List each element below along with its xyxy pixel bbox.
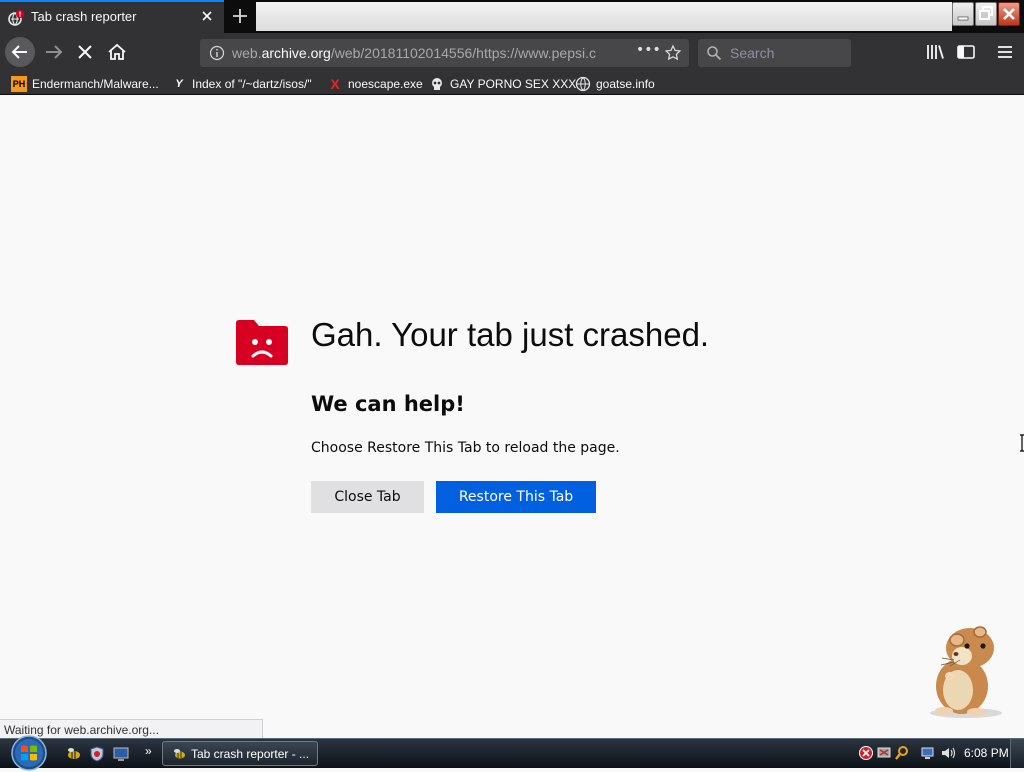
- url-bar[interactable]: web.archive.org/web/20181102014556/https…: [200, 39, 689, 67]
- show-desktop-button[interactable]: [1010, 739, 1024, 768]
- bookmark-label: goatse.info: [596, 76, 655, 91]
- search-icon: [707, 46, 722, 61]
- close-tab-button[interactable]: Close Tab: [311, 481, 424, 513]
- url-domain: archive.org: [261, 45, 331, 61]
- text-cursor-icon: [1020, 434, 1024, 452]
- bookmark-item[interactable]: PH Endermanch/Malware...: [11, 75, 159, 92]
- hamster-mascot: [930, 626, 1002, 718]
- minimize-icon: [957, 16, 969, 21]
- taskbar-task-label: Tab crash reporter - ...: [191, 747, 310, 761]
- help-text: Choose Restore This Tab to reload the pa…: [311, 440, 620, 456]
- taskbar-firefox-button[interactable]: Tab crash reporter - ...: [162, 741, 318, 766]
- tab-title: Tab crash reporter: [31, 9, 137, 24]
- page-title: Gah. Your tab just crashed.: [311, 316, 710, 353]
- navigation-toolbar: web.archive.org/web/20181102014556/https…: [0, 33, 1024, 71]
- globe-icon: [575, 76, 591, 91]
- start-button[interactable]: [8, 734, 50, 772]
- window-controls: [952, 2, 1024, 31]
- home-icon[interactable]: [103, 38, 131, 66]
- back-arrow-icon: [11, 45, 27, 59]
- tray-monitor-icon[interactable]: [920, 745, 936, 761]
- quicklaunch-shield-icon[interactable]: [88, 745, 106, 763]
- bookmark-label: GAY PORNO SEX XXX: [450, 76, 577, 91]
- url-text[interactable]: web.archive.org/web/20181102014556/https…: [232, 45, 632, 61]
- url-prefix: web.: [232, 45, 262, 61]
- url-path: /web/20181102014556/https://www.pepsi.c: [330, 45, 596, 61]
- tray-search-icon[interactable]: [894, 745, 910, 761]
- close-window-icon: [1003, 8, 1015, 20]
- bookmark-label: Index of "/~dartz/isos/": [192, 76, 312, 91]
- tab-strip: Tab crash reporter: [0, 0, 1024, 33]
- bookmark-label: Endermanch/Malware...: [32, 76, 159, 91]
- bookmark-label: noescape.exe: [348, 76, 423, 91]
- search-bar[interactable]: [698, 39, 851, 67]
- tray-volume-icon[interactable]: [940, 745, 956, 761]
- close-tab-icon[interactable]: [198, 7, 216, 25]
- new-tab-icon[interactable]: [228, 5, 252, 27]
- sad-tab-icon: [236, 320, 288, 365]
- restore-tab-button[interactable]: Restore This Tab: [436, 481, 596, 513]
- search-input[interactable]: [730, 44, 840, 62]
- crashed-tab-icon: [8, 10, 24, 26]
- x-site-icon: X: [330, 75, 340, 92]
- back-button[interactable]: [5, 37, 35, 67]
- bookmark-item[interactable]: X noescape.exe: [327, 75, 423, 92]
- taskbar-clock[interactable]: 6:08 PM: [964, 746, 1009, 760]
- taskbar: » Tab crash reporter - ... 6:08 PM: [0, 735, 1024, 771]
- sidebar-icon[interactable]: [952, 38, 980, 66]
- stop-icon[interactable]: [71, 38, 99, 66]
- restore-window-button[interactable]: [975, 2, 997, 26]
- close-window-button[interactable]: [998, 2, 1020, 26]
- page-actions-button[interactable]: •••: [636, 42, 661, 62]
- tray-error-icon[interactable]: [858, 745, 874, 761]
- crash-page: Gah. Your tab just crashed. We can help!…: [0, 96, 1024, 738]
- forward-arrow-icon[interactable]: [40, 38, 68, 66]
- info-icon[interactable]: [209, 45, 225, 61]
- quicklaunch-overflow[interactable]: »: [145, 744, 152, 758]
- help-heading: We can help!: [311, 392, 465, 416]
- restore-window-icon: [979, 6, 993, 20]
- bookmark-star-icon[interactable]: [664, 44, 682, 62]
- tray-network-icon[interactable]: [876, 745, 892, 761]
- library-icon[interactable]: [921, 38, 949, 66]
- menu-icon[interactable]: [991, 38, 1019, 66]
- quicklaunch-bee-icon[interactable]: [64, 745, 82, 763]
- bee-icon: [174, 749, 185, 759]
- quicklaunch-desktop-icon[interactable]: [112, 745, 130, 763]
- bookmark-item[interactable]: goatse.info: [575, 75, 655, 92]
- ph-site-icon: PH: [11, 75, 27, 92]
- bookmark-item[interactable]: Y Index of "/~dartz/isos/": [171, 75, 312, 92]
- minimize-button[interactable]: [952, 2, 974, 26]
- skull-icon: [432, 77, 442, 90]
- bookmark-item[interactable]: GAY PORNO SEX XXX: [429, 75, 576, 92]
- y-site-icon: Y: [175, 77, 183, 90]
- bookmarks-toolbar: PH Endermanch/Malware... Y Index of "/~d…: [0, 71, 1024, 95]
- tab-active[interactable]: Tab crash reporter: [0, 0, 224, 33]
- titlebar[interactable]: [256, 2, 952, 31]
